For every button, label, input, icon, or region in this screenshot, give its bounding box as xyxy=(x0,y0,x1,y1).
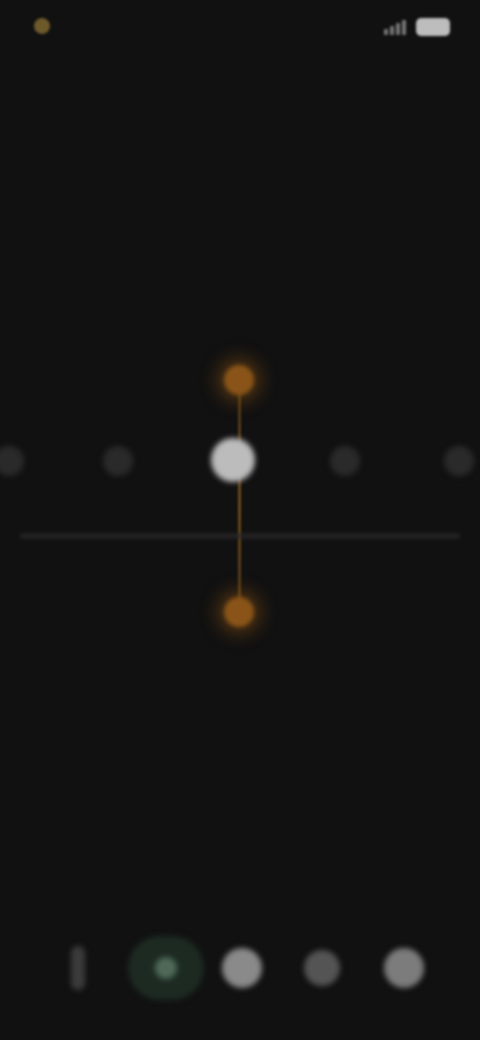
mode-button[interactable] xyxy=(128,936,204,1000)
marker-bottom-handle[interactable] xyxy=(224,597,254,627)
scale-track[interactable] xyxy=(20,534,460,538)
shutter-icon xyxy=(222,948,262,988)
status-right xyxy=(384,18,450,36)
preview-icon xyxy=(384,948,424,988)
scale-stop-selected[interactable] xyxy=(211,438,255,482)
selection-marker-line xyxy=(238,392,241,612)
value-readout xyxy=(0,730,480,744)
preview-button[interactable] xyxy=(378,942,430,994)
marker-top-handle[interactable] xyxy=(224,365,254,395)
secondary-button[interactable] xyxy=(296,942,348,994)
signal-icon xyxy=(384,19,406,35)
torch-button[interactable] xyxy=(52,942,104,994)
shutter-button[interactable] xyxy=(216,942,268,994)
status-left xyxy=(34,18,58,34)
torch-icon xyxy=(71,946,85,990)
status-bar xyxy=(0,0,480,64)
recording-dot-icon xyxy=(34,18,50,34)
scale-stop-0[interactable] xyxy=(0,446,24,476)
circle-icon xyxy=(304,950,340,986)
bottom-dock xyxy=(0,930,480,1020)
scale-stop-3[interactable] xyxy=(330,446,360,476)
scale-stop-4[interactable] xyxy=(444,446,474,476)
mode-icon xyxy=(155,957,177,979)
battery-icon xyxy=(416,18,450,36)
scale-stop-1[interactable] xyxy=(103,446,133,476)
